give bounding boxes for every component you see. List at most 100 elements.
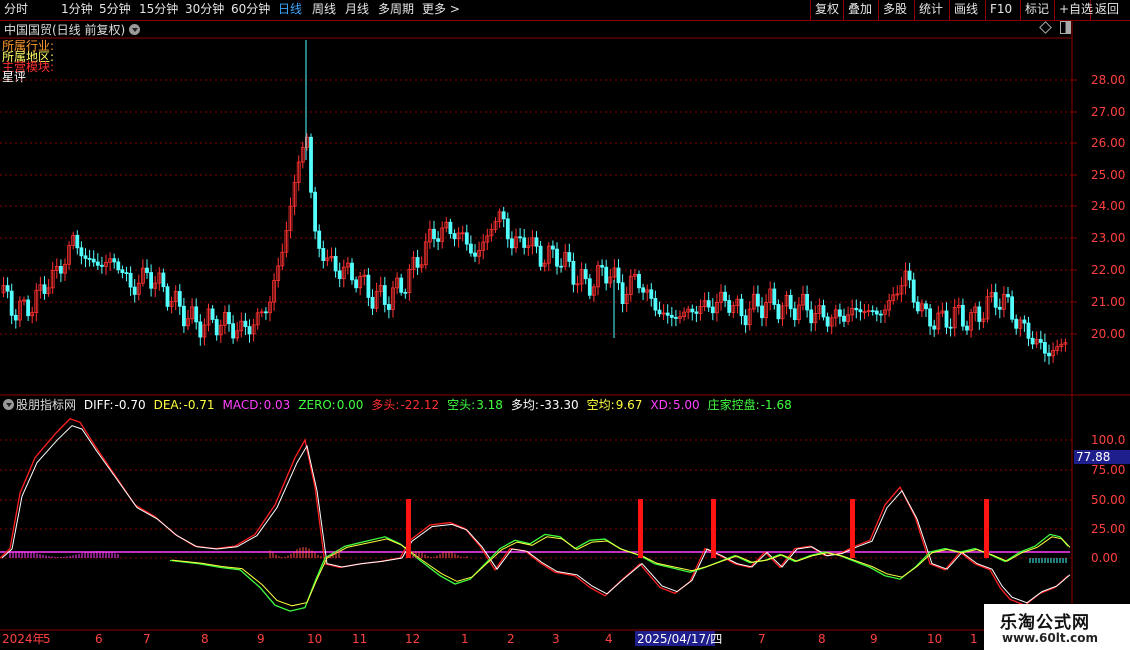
price-tick-label: 22.00 bbox=[1091, 263, 1125, 277]
candle-body bbox=[587, 278, 592, 296]
candle-body bbox=[932, 325, 937, 330]
candle-body bbox=[464, 232, 469, 245]
x-axis-label: 2024年 bbox=[2, 632, 45, 646]
indicator-label: XD: bbox=[650, 398, 672, 412]
indicator-number: -22.12 bbox=[400, 398, 440, 412]
candle-body bbox=[198, 321, 203, 338]
candle-body bbox=[1006, 294, 1010, 298]
indicator-number: 0.00 bbox=[336, 398, 364, 412]
candle-body bbox=[177, 291, 182, 307]
candle-body bbox=[382, 285, 387, 305]
candle-body bbox=[132, 286, 137, 295]
candle-body bbox=[1047, 352, 1051, 357]
x-axis-label: 1 bbox=[970, 632, 978, 646]
candle-body bbox=[710, 306, 715, 314]
candle-body bbox=[567, 252, 572, 262]
indicator-number: 5.00 bbox=[672, 398, 700, 412]
price-tick-label: 26.00 bbox=[1091, 136, 1125, 150]
candle-body bbox=[337, 270, 342, 279]
candle-body bbox=[944, 310, 949, 328]
x-axis-label: 10 bbox=[307, 632, 322, 646]
candle-body bbox=[112, 258, 117, 263]
candle-body bbox=[509, 238, 514, 249]
x-axis-label: 8 bbox=[201, 632, 209, 646]
candle-body bbox=[534, 237, 539, 247]
kline-chart[interactable]: 28.0027.0026.0025.0024.0023.0022.0021.00… bbox=[0, 0, 1130, 650]
indicator-tick-label: 25.00 bbox=[1091, 522, 1125, 536]
candle-body bbox=[555, 248, 559, 267]
candle-body bbox=[911, 279, 916, 303]
candle-body bbox=[723, 291, 727, 301]
candle-body bbox=[227, 312, 231, 325]
candle-body bbox=[128, 272, 133, 288]
candle-body bbox=[75, 234, 80, 249]
x-axis-label: 7 bbox=[143, 632, 151, 646]
candle-body bbox=[468, 243, 473, 254]
candle-body bbox=[452, 233, 457, 240]
indicator-value: DEA:-0.71 bbox=[154, 398, 219, 412]
candle-body bbox=[120, 269, 125, 274]
candle-body bbox=[79, 247, 84, 257]
candle-body bbox=[690, 308, 695, 313]
indicator-name: 股朋指标网 bbox=[16, 398, 77, 412]
candle-body bbox=[210, 308, 215, 320]
candle-body bbox=[858, 309, 863, 313]
candle-body bbox=[124, 272, 129, 275]
candle-body bbox=[854, 307, 859, 311]
candle-body bbox=[965, 325, 969, 331]
candle-body bbox=[669, 314, 674, 318]
long-line bbox=[0, 418, 1069, 606]
candle-body bbox=[760, 305, 764, 319]
candle-body bbox=[231, 323, 236, 339]
watermark-url: www.60lt.com bbox=[1002, 631, 1099, 645]
indicator-number: -1.68 bbox=[760, 398, 792, 412]
indicator-number: -33.30 bbox=[539, 398, 579, 412]
candle-body bbox=[637, 273, 641, 289]
candle-body bbox=[5, 285, 10, 292]
x-axis-label: 9 bbox=[257, 632, 265, 646]
candle-body bbox=[403, 291, 408, 294]
candle-body bbox=[100, 264, 104, 267]
candle-body bbox=[809, 309, 814, 324]
signal-bar bbox=[638, 499, 643, 558]
candle-body bbox=[874, 310, 879, 315]
price-tick-label: 25.00 bbox=[1091, 168, 1125, 182]
candle-body bbox=[181, 305, 186, 327]
indicator-value: 空均:9.67 bbox=[587, 398, 647, 412]
indicator-tick-label: 50.00 bbox=[1091, 493, 1125, 507]
x-axis-label: 7 bbox=[758, 632, 766, 646]
candle-body bbox=[522, 237, 527, 248]
candle-body bbox=[997, 306, 1002, 310]
x-axis-label: 11 bbox=[352, 632, 367, 646]
candle-body bbox=[620, 282, 625, 305]
candle-body bbox=[313, 191, 318, 232]
short-line bbox=[169, 533, 1069, 612]
candle-body bbox=[354, 279, 359, 289]
candle-body bbox=[399, 277, 404, 293]
candle-body bbox=[653, 297, 658, 311]
indicator-label: 庄家控盘: bbox=[707, 398, 760, 412]
indicator-value: MACD:0.03 bbox=[223, 398, 295, 412]
indicator-tick-label: 75.00 bbox=[1091, 463, 1125, 477]
indicator-number: -0.70 bbox=[114, 398, 146, 412]
candle-body bbox=[321, 248, 326, 261]
candle-body bbox=[842, 315, 846, 322]
candle-body bbox=[91, 258, 96, 263]
indicator-label: DEA: bbox=[153, 398, 183, 412]
candle-body bbox=[145, 267, 149, 273]
indicator-value: 多均:-33.30 bbox=[511, 398, 583, 412]
indicator-value: 多头:-22.12 bbox=[371, 398, 443, 412]
price-tick-label: 21.00 bbox=[1091, 295, 1125, 309]
signal-bar bbox=[406, 499, 411, 558]
candle-body bbox=[915, 301, 920, 312]
indicator-tick-label: 0.00 bbox=[1091, 551, 1118, 565]
chevron-down-icon[interactable] bbox=[3, 399, 14, 410]
indicator-tick-label: 100.0 bbox=[1091, 433, 1125, 447]
indicator-value: 庄家控盘:-1.68 bbox=[708, 398, 796, 412]
candle-body bbox=[665, 312, 670, 316]
candle-body bbox=[1038, 339, 1043, 343]
candle-body bbox=[13, 314, 18, 321]
candle-body bbox=[993, 292, 998, 308]
candle-body bbox=[879, 313, 883, 316]
candle-body bbox=[706, 300, 711, 308]
